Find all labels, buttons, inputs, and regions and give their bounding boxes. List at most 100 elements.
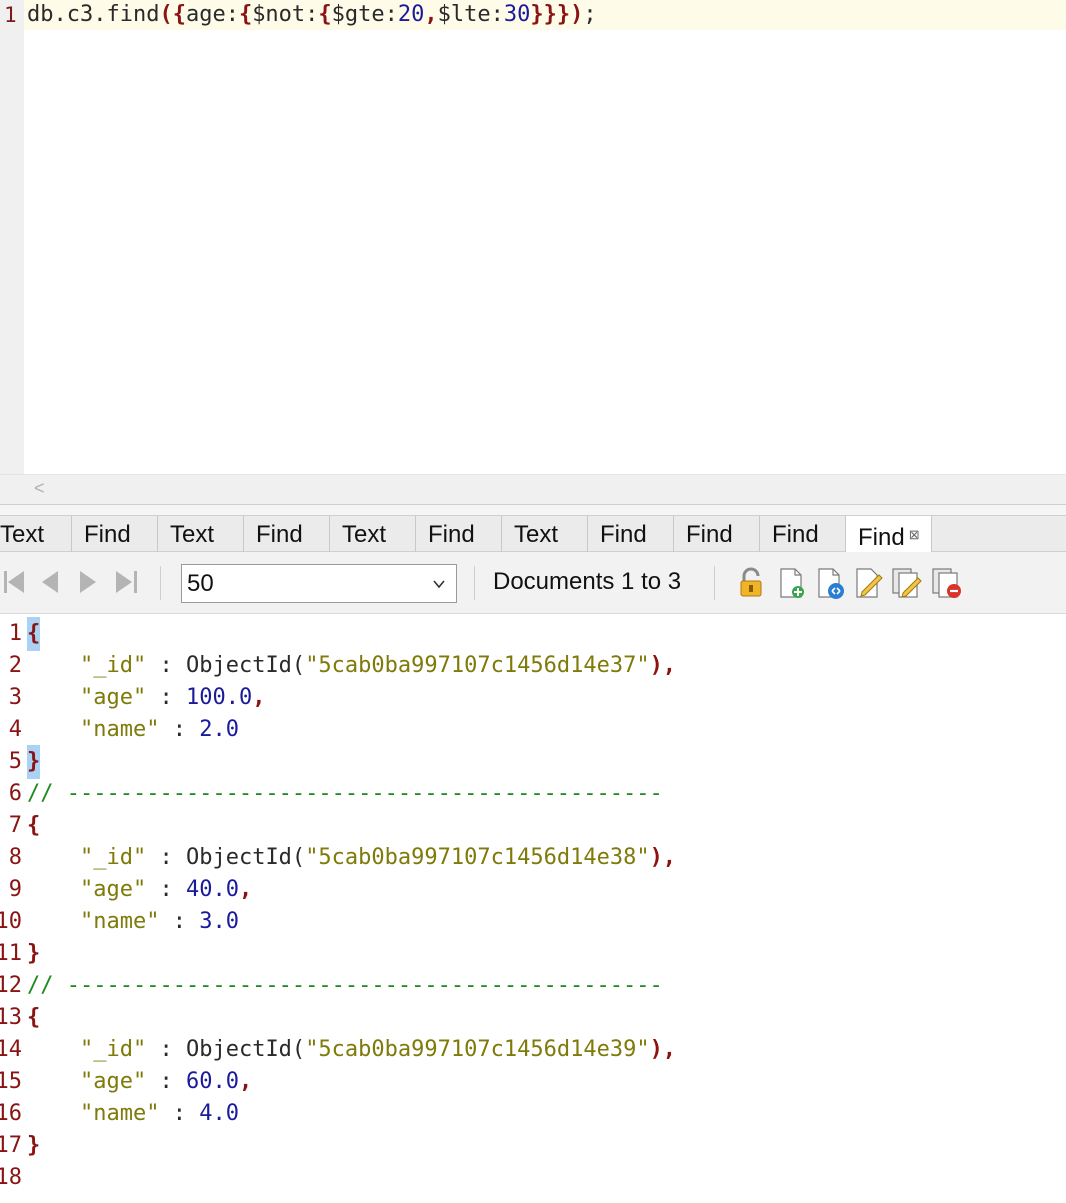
scroll-left-icon[interactable]: < <box>34 478 45 499</box>
query-token: }}}) <box>530 2 584 27</box>
add-document-icon[interactable] <box>774 566 808 600</box>
result-line: 18 <box>0 1161 1066 1193</box>
result-line: 3 "age" : 100.0, <box>0 681 1066 713</box>
tab-text[interactable]: Text <box>0 516 72 552</box>
query-token: { <box>238 2 253 27</box>
horizontal-scrollbar[interactable]: < <box>0 474 1066 504</box>
result-line: 5 } <box>0 745 1066 779</box>
field-name: "name" : 3.0 <box>79 909 239 934</box>
results-text-view[interactable]: 1 { 2 "_id" : ObjectId("5cab0ba997107c14… <box>0 614 1066 1203</box>
line-number: 18 <box>0 1165 22 1190</box>
result-line: 7 { <box>0 809 1066 841</box>
result-line: 13 { <box>0 1001 1066 1033</box>
query-editor[interactable]: 1 db.c3.find({age:{$not:{$gte:20,$lte:30… <box>0 0 1066 474</box>
line-number: 9 <box>8 877 22 902</box>
tab-text[interactable]: Text <box>330 516 416 552</box>
result-line: 8 "_id" : ObjectId("5cab0ba997107c1456d1… <box>0 841 1066 873</box>
tab-label: Find <box>858 524 905 551</box>
result-line: 14 "_id" : ObjectId("5cab0ba997107c1456d… <box>0 1033 1066 1065</box>
query-token: ({ <box>159 2 186 27</box>
tab-find[interactable]: Find <box>72 516 158 552</box>
field-id: "_id" : ObjectId("5cab0ba997107c1456d14e… <box>79 653 677 678</box>
line-number: 7 <box>8 813 22 838</box>
tab-label: Find <box>686 521 733 548</box>
line-number: 14 <box>0 1037 22 1062</box>
query-token: $not: <box>252 2 319 27</box>
line-number: 11 <box>0 941 22 966</box>
first-page-icon[interactable] <box>2 567 30 597</box>
line-number: 12 <box>0 973 22 998</box>
result-line: 16 "name" : 4.0 <box>0 1097 1066 1129</box>
result-line: 1 { <box>0 617 1066 651</box>
page-size-select[interactable]: 50 <box>181 564 457 603</box>
line-number: 17 <box>0 1133 22 1158</box>
tab-find-active[interactable]: Find ⊠ <box>846 516 932 553</box>
edit-documents-icon[interactable] <box>890 566 924 600</box>
toolbar-separator <box>474 566 475 600</box>
line-number: 2 <box>8 653 22 678</box>
edit-document-icon[interactable] <box>852 566 886 600</box>
close-brace: } <box>27 745 41 779</box>
result-line: 12 // ----------------------------------… <box>0 969 1066 1001</box>
tab-find[interactable]: Find <box>588 516 674 552</box>
tab-text[interactable]: Text <box>502 516 588 552</box>
next-page-icon[interactable] <box>74 567 102 597</box>
document-separator: // -------------------------------------… <box>27 781 663 806</box>
view-document-icon[interactable] <box>814 566 848 600</box>
results-toolbar: 50 Documents 1 to 3 <box>0 552 1066 614</box>
lock-icon[interactable] <box>734 566 768 600</box>
result-line: 4 "name" : 2.0 <box>0 713 1066 745</box>
last-page-icon[interactable] <box>112 567 140 597</box>
open-brace: { <box>27 813 41 838</box>
line-number: 5 <box>8 749 22 774</box>
tab-find[interactable]: Find <box>674 516 760 552</box>
query-token: db.c3.find <box>27 2 160 27</box>
query-token: { <box>318 2 332 27</box>
field-id: "_id" : ObjectId("5cab0ba997107c1456d14e… <box>79 845 677 870</box>
tab-find[interactable]: Find <box>416 516 502 552</box>
line-number: 8 <box>8 845 22 870</box>
query-token: 30 <box>503 2 531 27</box>
tab-find[interactable]: Find <box>760 516 846 552</box>
documents-range-label: Documents 1 to 3 <box>493 568 682 595</box>
result-line: 10 "name" : 3.0 <box>0 905 1066 937</box>
document-separator: // -------------------------------------… <box>27 973 663 998</box>
field-name: "name" : 2.0 <box>79 717 239 742</box>
line-number: 10 <box>0 909 22 934</box>
close-tab-icon[interactable]: ⊠ <box>909 527 920 542</box>
previous-page-icon[interactable] <box>36 567 64 597</box>
line-number: 1 <box>8 621 22 646</box>
result-line: 11 } <box>0 937 1066 969</box>
query-token: $gte: <box>331 2 398 27</box>
tab-text[interactable]: Text <box>158 516 244 552</box>
result-line: 9 "age" : 40.0, <box>0 873 1066 905</box>
open-brace: { <box>27 1005 41 1030</box>
result-tabs: Text Find Text Find Text Find Text Find … <box>0 516 1066 553</box>
query-text[interactable]: db.c3.find({age:{$not:{$gte:20,$lte:30}}… <box>27 0 597 30</box>
line-number: 4 <box>8 717 22 742</box>
query-token: 20 <box>397 2 425 27</box>
result-line: 15 "age" : 60.0, <box>0 1065 1066 1097</box>
tab-label: Text <box>514 521 559 548</box>
result-line: 6 // -----------------------------------… <box>0 777 1066 809</box>
pane-splitter[interactable] <box>0 504 1066 516</box>
chevron-down-icon <box>433 580 445 589</box>
toolbar-separator <box>160 566 161 600</box>
delete-documents-icon[interactable] <box>930 566 964 600</box>
page-size-value: 50 <box>187 570 214 597</box>
query-token: ; <box>583 2 597 27</box>
tab-find[interactable]: Find <box>244 516 330 552</box>
query-token: , <box>424 2 438 27</box>
close-brace: } <box>27 1133 41 1158</box>
editor-line-number: 1 <box>4 3 17 27</box>
line-number: 15 <box>0 1069 22 1094</box>
field-age: "age" : 100.0, <box>79 685 266 710</box>
tab-label: Text <box>0 521 45 548</box>
editor-gutter: 1 <box>0 0 24 474</box>
line-number: 3 <box>8 685 22 710</box>
tab-label: Text <box>170 521 215 548</box>
result-line: 17 } <box>0 1129 1066 1161</box>
toolbar-separator <box>714 566 715 600</box>
line-number: 6 <box>8 781 22 806</box>
open-brace: { <box>27 617 41 651</box>
